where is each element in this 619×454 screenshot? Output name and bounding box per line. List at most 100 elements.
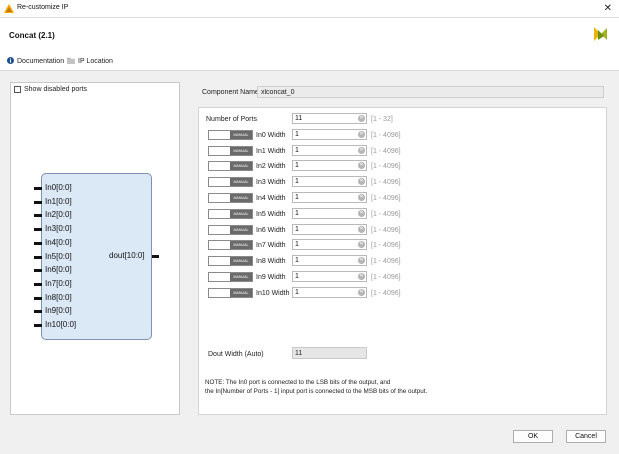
window-title: Re-customize IP <box>17 4 69 11</box>
in6-width-row: MANUALIn6 Width ✕ [1 - 4096] <box>199 223 608 237</box>
xilinx-logo <box>594 27 607 41</box>
ok-button[interactable]: OK <box>513 430 553 443</box>
range-hint: [1 - 4096] <box>371 147 401 155</box>
port-pin <box>34 296 42 300</box>
in5-width-row: MANUALIn5 Width ✕ [1 - 4096] <box>199 207 608 221</box>
clear-icon[interactable]: ✕ <box>358 225 365 233</box>
range-hint: [1 - 4096] <box>371 289 401 297</box>
port-pin <box>34 214 42 218</box>
documentation-label: Documentation <box>17 58 65 65</box>
width-input[interactable] <box>292 128 367 140</box>
dout-width-value: 11 <box>292 347 367 359</box>
manual-toggle[interactable]: MANUAL <box>208 193 253 203</box>
range-hint: [1 - 4096] <box>371 179 401 187</box>
clear-icon[interactable]: ✕ <box>358 288 365 296</box>
component-name-input[interactable] <box>257 86 604 98</box>
width-input[interactable] <box>292 286 367 298</box>
range-hint: [1 - 4096] <box>371 210 401 218</box>
port-pin <box>34 310 42 314</box>
port-pin <box>34 228 42 232</box>
in8-width-row: MANUALIn8 Width✕[1 - 4096] <box>199 255 608 268</box>
manual-toggle[interactable]: MANUAL <box>208 129 253 140</box>
port-pin <box>34 324 42 327</box>
width-label: In0 Width <box>256 131 286 139</box>
width-input[interactable] <box>292 255 367 267</box>
manual-toggle[interactable]: MANUAL <box>208 287 253 298</box>
clear-icon[interactable]: ✕ <box>358 146 365 154</box>
folder-icon <box>67 57 75 64</box>
in10-width-row: MANUALIn10 Width ✕ [1 - 4096] <box>199 286 608 300</box>
in1-width-row: MANUALIn1 Width ✕ [1 - 4096] <box>199 144 608 158</box>
close-icon[interactable]: ✕ <box>604 3 612 14</box>
width-label: In4 Width <box>256 195 286 202</box>
width-label: In7 Width <box>256 242 286 250</box>
manual-toggle[interactable]: MANUAL <box>208 161 253 172</box>
range-hint: [1 - 4096] <box>371 163 401 171</box>
documentation-link[interactable]: Documentation <box>7 57 64 65</box>
width-label: In9 Width <box>256 274 286 281</box>
range-hint: [1 - 4096] <box>371 258 401 266</box>
range-hint: [1 - 4096] <box>371 226 401 234</box>
xilinx-app-icon <box>4 4 14 13</box>
range-hint: [1 - 4096] <box>371 195 401 202</box>
width-label: In3 Width <box>256 179 286 187</box>
width-input[interactable] <box>292 192 367 203</box>
port-pin <box>152 255 159 258</box>
num-ports-input[interactable] <box>292 113 367 124</box>
title-bar: Re-customize IP ✕ <box>0 0 619 18</box>
manual-toggle[interactable]: MANUAL <box>208 145 253 156</box>
symbol-panel: Show disabled ports In0[0:0] In1[0:0] In… <box>10 82 180 415</box>
dialog-header: Concat (2.1) <box>0 18 619 50</box>
ip-location-link[interactable]: IP Location <box>67 57 113 65</box>
in9-width-row: MANUALIn9 Width ✕ [1 - 4096] <box>199 271 608 284</box>
width-label: In1 Width <box>256 147 286 155</box>
note-text: NOTE: The In0 port is connected to the L… <box>205 379 428 395</box>
manual-toggle[interactable]: MANUAL <box>208 256 253 267</box>
width-input[interactable] <box>292 223 367 235</box>
output-port: dout[10:0] <box>109 251 169 260</box>
port-pin <box>34 187 42 190</box>
width-input[interactable] <box>292 160 367 172</box>
manual-toggle[interactable]: MANUAL <box>208 240 253 251</box>
width-label: In5 Width <box>256 210 286 218</box>
info-icon <box>7 57 14 64</box>
port-pin <box>34 282 42 286</box>
show-disabled-ports-checkbox[interactable]: Show disabled ports <box>14 86 87 93</box>
width-input[interactable] <box>292 176 367 188</box>
clear-icon[interactable]: ✕ <box>358 194 365 201</box>
link-bar: Documentation IP Location <box>0 50 619 71</box>
width-input[interactable] <box>292 271 367 282</box>
manual-toggle[interactable]: MANUAL <box>208 224 253 235</box>
manual-toggle[interactable]: MANUAL <box>208 208 253 219</box>
output-port-label: dout[10:0] <box>109 251 145 260</box>
component-name-label: Component Name <box>202 89 259 96</box>
clear-icon[interactable]: ✕ <box>358 273 365 280</box>
range-hint: [1 - 32] <box>371 116 393 123</box>
width-label: In2 Width <box>256 163 286 171</box>
width-input[interactable] <box>292 239 367 251</box>
in2-width-row: MANUALIn2 Width✕[1 - 4096] <box>199 160 608 173</box>
in3-width-row: MANUALIn3 Width✕[1 - 4096] <box>199 176 608 189</box>
port-pin <box>34 200 42 204</box>
width-label: In6 Width <box>256 226 286 234</box>
manual-toggle[interactable]: MANUAL <box>208 272 253 282</box>
in0-width-row: MANUALIn0 Width ✕ [1 - 4096] <box>199 128 608 142</box>
in4-width-row: MANUALIn4 Width ✕ [1 - 4096] <box>199 192 608 205</box>
configuration-panel: Number of Ports ✕ [1 - 32] MANUALIn0 Wid… <box>198 107 607 415</box>
width-label: In8 Width <box>256 258 286 266</box>
cancel-button[interactable]: Cancel <box>566 430 606 443</box>
range-hint: [1 - 4096] <box>371 274 401 281</box>
manual-toggle[interactable]: MANUAL <box>208 177 253 188</box>
port-pin <box>34 269 42 273</box>
width-input[interactable] <box>292 144 367 156</box>
clear-icon[interactable]: ✕ <box>358 130 365 138</box>
in7-width-row: MANUALIn7 Width✕[1 - 4096] <box>199 239 608 252</box>
clear-icon[interactable]: ✕ <box>358 115 365 122</box>
range-hint: [1 - 4096] <box>371 242 401 250</box>
width-input[interactable] <box>292 207 367 219</box>
num-ports-row: Number of Ports ✕ [1 - 32] <box>199 113 608 126</box>
width-label: In10 Width <box>256 289 290 297</box>
checkbox-box[interactable] <box>14 86 21 93</box>
dout-width-label: Dout Width (Auto) <box>208 351 264 358</box>
clear-icon[interactable]: ✕ <box>358 209 365 217</box>
